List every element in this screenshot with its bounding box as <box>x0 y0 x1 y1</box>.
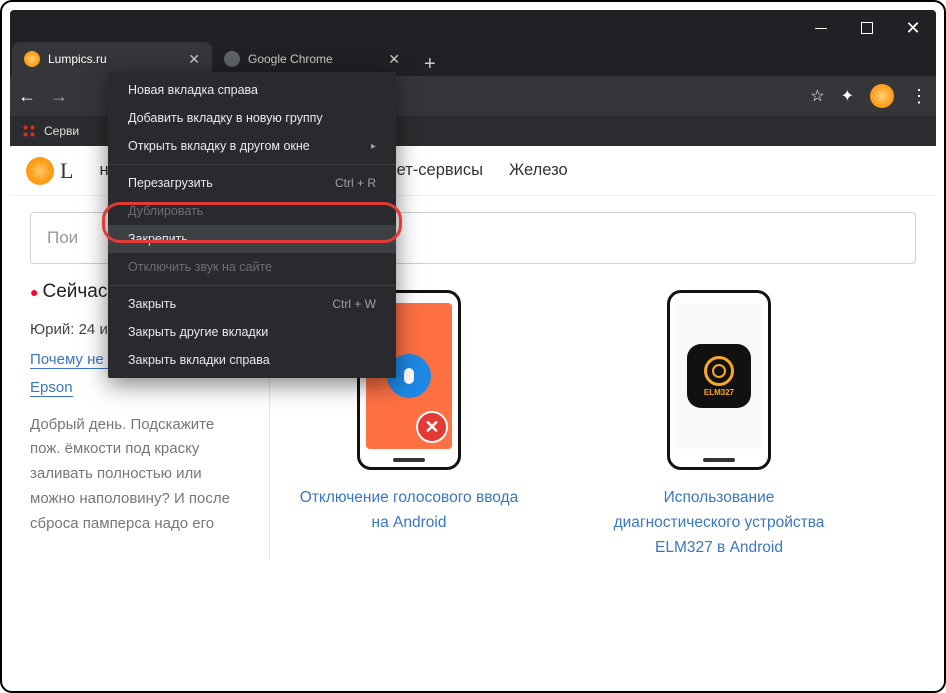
forward-button: → <box>50 86 68 107</box>
tab-strip: Lumpics.ru ✕ Google Chrome ✕ + <box>10 42 936 76</box>
bookmark-star-icon[interactable]: ☆ <box>810 86 824 106</box>
bookmarks-label[interactable]: Серви <box>44 124 79 138</box>
ctx-add-to-group[interactable]: Добавить вкладку в новую группу <box>108 104 396 132</box>
logo-text: L <box>60 158 73 184</box>
new-tab-button[interactable]: + <box>412 53 448 76</box>
titlebar: ✕ <box>10 10 936 46</box>
ctx-new-tab-right[interactable]: Новая вкладка справа <box>108 76 396 104</box>
live-dot-icon: ● <box>30 283 38 301</box>
favicon-icon <box>224 51 240 67</box>
profile-avatar[interactable] <box>870 84 894 108</box>
ctx-mute-site[interactable]: Отключить звук на сайте <box>108 253 396 281</box>
menu-icon[interactable]: ⋮ <box>910 86 928 107</box>
tab-title: Lumpics.ru <box>48 52 180 66</box>
tab-lumpics[interactable]: Lumpics.ru ✕ <box>12 42 212 76</box>
close-tab-icon[interactable]: ✕ <box>188 51 200 68</box>
ctx-close[interactable]: ЗакрытьCtrl + W <box>108 290 396 318</box>
search-placeholder: Пои <box>47 228 78 248</box>
ctx-close-right[interactable]: Закрыть вкладки справа <box>108 346 396 374</box>
ctx-reload[interactable]: ПерезагрузитьCtrl + R <box>108 169 396 197</box>
phone-illustration: ELM327 <box>667 290 771 470</box>
tab-chrome[interactable]: Google Chrome ✕ <box>212 42 412 76</box>
ctx-duplicate[interactable]: Дублировать <box>108 197 396 225</box>
article-card[interactable]: ELM327 Использование диагностического ус… <box>604 290 834 560</box>
close-window-button[interactable]: ✕ <box>890 10 936 46</box>
apps-grid-icon[interactable] <box>22 124 36 138</box>
tab-context-menu: Новая вкладка справа Добавить вкладку в … <box>108 72 396 378</box>
maximize-button[interactable] <box>844 10 890 46</box>
logo-icon <box>26 157 54 185</box>
elm-icon: ELM327 <box>687 344 751 408</box>
ctx-open-in-window[interactable]: Открыть вкладку в другом окне <box>108 132 396 160</box>
close-tab-icon[interactable]: ✕ <box>388 51 400 68</box>
site-logo[interactable]: L <box>26 157 73 185</box>
nav-link[interactable]: Железо <box>509 161 568 180</box>
back-button[interactable]: ← <box>18 86 36 107</box>
favicon-icon <box>24 51 40 67</box>
shortcut: Ctrl + W <box>332 297 376 311</box>
browser-window: ✕ Lumpics.ru ✕ Google Chrome ✕ + ← → <box>10 10 936 683</box>
cancel-badge-icon: ✕ <box>416 411 448 443</box>
extensions-icon[interactable]: ✦ <box>841 86 854 106</box>
ctx-pin[interactable]: Закрепить <box>108 225 396 253</box>
card-title: Отключение голосового ввода на Android <box>294 486 524 536</box>
shortcut: Ctrl + R <box>335 176 376 190</box>
card-title: Использование диагностического устройств… <box>604 486 834 560</box>
ctx-close-others[interactable]: Закрыть другие вкладки <box>108 318 396 346</box>
minimize-button[interactable] <box>798 10 844 46</box>
comment-body: Добрый день. Подскажите пож. ёмкости под… <box>30 413 245 537</box>
tab-title: Google Chrome <box>248 52 380 66</box>
